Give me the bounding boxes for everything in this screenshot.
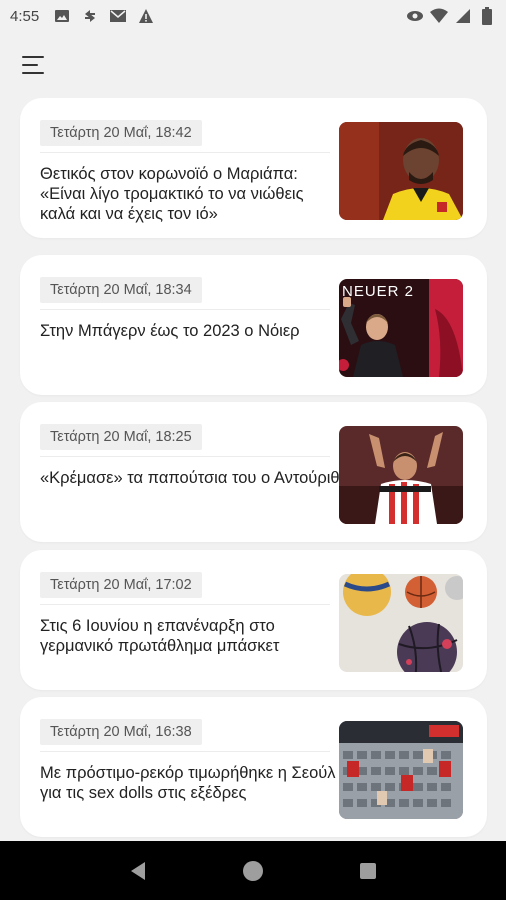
article-card[interactable]: Τετάρτη 20 Μαΐ, 18:42 Θετικός στον κορων… — [20, 98, 487, 238]
battery-icon — [478, 7, 496, 25]
mail-icon — [109, 7, 127, 25]
article-title: Με πρόστιμο-ρεκόρ τιμωρήθηκε η Σεούλ για… — [40, 764, 336, 802]
article-card[interactable]: Τετάρτη 20 Μαΐ, 17:02 Στις 6 Ιουνίου η ε… — [20, 550, 487, 690]
signal-icon — [454, 7, 472, 25]
system-nav-bar — [0, 841, 506, 900]
divider — [40, 751, 330, 752]
divider — [40, 309, 330, 310]
article-date: Τετάρτη 20 Μαΐ, 18:34 — [40, 277, 202, 303]
thumb-text: NEUER 2 — [342, 283, 414, 300]
article-title: Στις 6 Ιουνίου η επανέναρξη στο γερμανικ… — [40, 617, 280, 655]
back-icon[interactable] — [118, 851, 158, 891]
article-card[interactable]: Τετάρτη 20 Μαΐ, 16:38 Με πρόστιμο-ρεκόρ … — [20, 697, 487, 837]
app-bar — [0, 32, 506, 98]
status-bar: 4:55 — [0, 0, 506, 32]
divider — [40, 152, 330, 153]
recents-icon[interactable] — [348, 851, 388, 891]
article-card[interactable]: Τετάρτη 20 Μαΐ, 18:25 «Κρέμασε» τα παπού… — [20, 402, 487, 542]
image-icon — [53, 7, 71, 25]
status-time: 4:55 — [10, 7, 40, 25]
eye-icon — [406, 7, 424, 25]
article-thumbnail — [339, 122, 463, 220]
article-date: Τετάρτη 20 Μαΐ, 18:42 — [40, 120, 202, 146]
article-date: Τετάρτη 20 Μαΐ, 16:38 — [40, 719, 202, 745]
article-thumbnail — [339, 721, 463, 819]
article-thumbnail — [339, 426, 463, 524]
hamburger-menu-icon[interactable] — [22, 50, 52, 80]
article-thumbnail: NEUER 2 — [339, 279, 463, 377]
article-title: Στην Μπάγερν έως το 2023 ο Νόιερ — [40, 322, 300, 340]
sync-icon — [81, 7, 99, 25]
divider — [40, 604, 330, 605]
news-feed[interactable]: Τετάρτη 20 Μαΐ, 18:42 Θετικός στον κορων… — [0, 98, 506, 840]
warning-icon — [137, 7, 155, 25]
divider — [40, 456, 330, 457]
article-card[interactable]: Τετάρτη 20 Μαΐ, 18:34 Στην Μπάγερν έως τ… — [20, 255, 487, 395]
article-title: «Κρέμασε» τα παπούτσια του ο Αντούριθ — [40, 469, 340, 487]
article-title: Θετικός στον κορωνοϊό ο Μαριάπα: «Είναι … — [40, 165, 304, 223]
article-date: Τετάρτη 20 Μαΐ, 17:02 — [40, 572, 202, 598]
article-thumbnail — [339, 574, 463, 672]
wifi-icon — [430, 7, 448, 25]
home-icon[interactable] — [233, 851, 273, 891]
article-date: Τετάρτη 20 Μαΐ, 18:25 — [40, 424, 202, 450]
